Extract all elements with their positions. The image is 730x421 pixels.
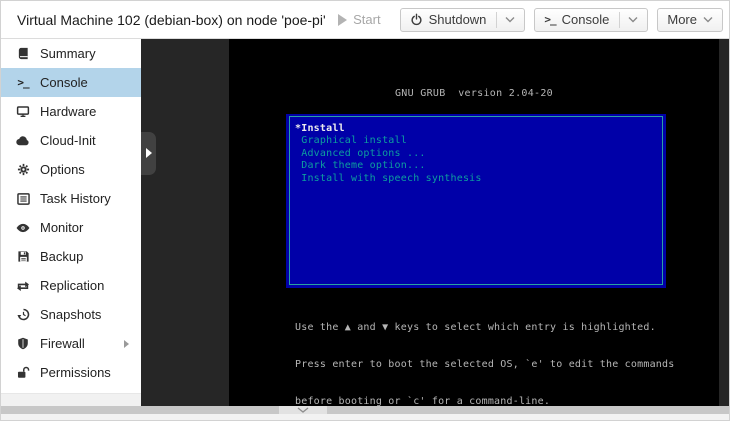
grub-entry-dark-theme: Dark theme option...	[295, 160, 426, 172]
floppy-icon	[15, 249, 31, 265]
grub-entry-graphical-install: Graphical install	[295, 135, 407, 147]
shutdown-button[interactable]: Shutdown	[399, 7, 526, 32]
eye-icon	[15, 220, 31, 236]
unlock-icon	[15, 365, 31, 381]
sidebar-item-cloud-init[interactable]: Cloud-Init	[1, 126, 141, 155]
sidebar-item-summary[interactable]: Summary	[1, 39, 141, 68]
grub-menu-border: *Install Graphical install Advanced opti…	[289, 116, 663, 285]
repeat-icon	[15, 278, 31, 294]
bottom-splitter[interactable]	[1, 406, 729, 414]
sidebar-item-label: Snapshots	[40, 307, 102, 322]
start-button[interactable]: Start	[327, 8, 390, 32]
monitor-icon	[15, 104, 31, 120]
grub-entry-speech-synthesis: Install with speech synthesis	[295, 172, 482, 184]
grub-entry-advanced-options: Advanced options ...	[295, 147, 426, 159]
sidebar-item-console[interactable]: >_ Console	[1, 68, 141, 97]
grub-title: GNU GRUB version 2.04-20	[394, 88, 553, 99]
sidebar-item-monitor[interactable]: Monitor	[1, 213, 141, 242]
grub-help-line: Use the ▲ and ▼ keys to select which ent…	[295, 322, 656, 334]
grub-help-text: Use the ▲ and ▼ keys to select which ent…	[295, 298, 675, 420]
header: Virtual Machine 102 (debian-box) on node…	[1, 1, 729, 39]
grub-help-line: Press enter to boot the selected OS, `e'…	[295, 359, 675, 371]
sidebar-item-replication[interactable]: Replication	[1, 271, 141, 300]
terminal-icon: >_	[544, 13, 556, 26]
sidebar-item-label: Summary	[40, 46, 96, 61]
main: Summary >_ Console Hardware Cloud-Init O…	[1, 39, 729, 407]
sidebar-item-label: Task History	[40, 191, 111, 206]
chevron-down-icon	[703, 16, 713, 23]
submenu-arrow-icon	[124, 339, 129, 348]
chevron-down-icon[interactable]	[628, 16, 638, 23]
chevron-down-icon	[297, 407, 309, 413]
start-button-label: Start	[353, 12, 381, 27]
sidebar-item-label: Hardware	[40, 104, 97, 119]
power-icon	[410, 13, 423, 26]
sidebar-item-label: Permissions	[40, 365, 111, 380]
history-icon	[15, 307, 31, 323]
chevron-down-icon[interactable]	[505, 16, 515, 23]
list-icon	[15, 191, 31, 207]
vm-console-window: Virtual Machine 102 (debian-box) on node…	[0, 0, 730, 421]
more-button[interactable]: More	[657, 7, 723, 32]
more-button-label: More	[667, 12, 697, 27]
sidebar-item-label: Console	[40, 75, 88, 90]
console-button[interactable]: >_ Console	[534, 7, 649, 32]
page-title: Virtual Machine 102 (debian-box) on node…	[17, 11, 326, 28]
sidebar-item-permissions[interactable]: Permissions	[1, 358, 141, 387]
sidebar-item-options[interactable]: Options	[1, 155, 141, 184]
vnc-screen[interactable]: GNU GRUB version 2.04-20 *Install Graphi…	[229, 39, 719, 407]
console-side-panel-toggle[interactable]	[141, 132, 156, 175]
cloud-icon	[15, 133, 31, 149]
sidebar-item-label: Replication	[40, 278, 105, 293]
play-icon	[337, 13, 348, 26]
sidebar-item-label: Backup	[40, 249, 84, 264]
gear-icon	[15, 162, 31, 178]
panel-collapse-handle[interactable]	[279, 406, 327, 414]
console-button-label: Console	[561, 12, 610, 27]
sidebar: Summary >_ Console Hardware Cloud-Init O…	[1, 39, 141, 406]
shield-icon	[15, 336, 31, 352]
console-area: GNU GRUB version 2.04-20 *Install Graphi…	[141, 39, 729, 407]
sidebar-item-task-history[interactable]: Task History	[1, 184, 141, 213]
header-actions: Start Shutdown >_ Console More	[327, 7, 723, 32]
shutdown-button-label: Shutdown	[428, 12, 487, 27]
arrow-right-icon	[146, 148, 152, 158]
terminal-icon: >_	[17, 76, 29, 89]
book-icon	[15, 46, 31, 62]
sidebar-item-label: Monitor	[40, 220, 84, 235]
sidebar-filler	[1, 393, 141, 406]
sidebar-item-snapshots[interactable]: Snapshots	[1, 300, 141, 329]
sidebar-item-label: Firewall	[40, 336, 85, 351]
button-divider	[496, 11, 498, 28]
button-divider	[619, 11, 621, 28]
sidebar-item-label: Cloud-Init	[40, 133, 96, 148]
sidebar-item-firewall[interactable]: Firewall	[1, 329, 141, 358]
grub-entry-install: *Install	[295, 123, 345, 134]
sidebar-item-hardware[interactable]: Hardware	[1, 97, 141, 126]
sidebar-item-label: Options	[40, 162, 85, 177]
sidebar-item-backup[interactable]: Backup	[1, 242, 141, 271]
grub-menu-box: *Install Graphical install Advanced opti…	[286, 114, 666, 288]
